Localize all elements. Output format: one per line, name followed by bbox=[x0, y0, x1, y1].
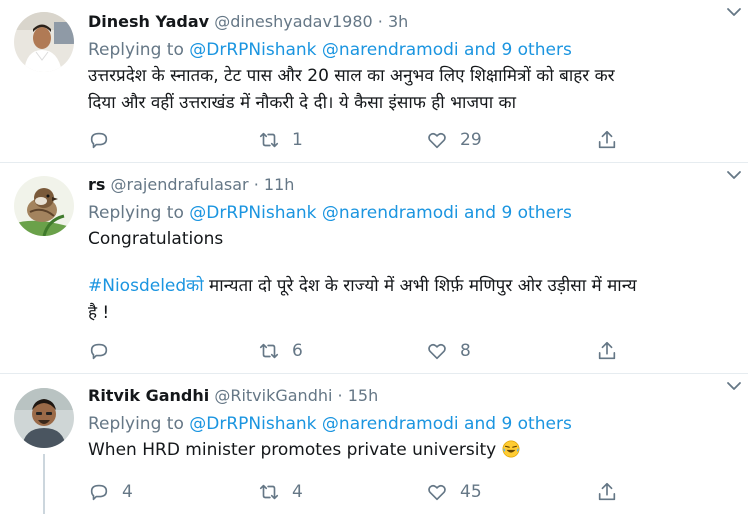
like-button[interactable]: 45 bbox=[426, 480, 482, 504]
retweet-count: 6 bbox=[292, 341, 303, 361]
separator-dot: · bbox=[253, 175, 259, 194]
mention-link[interactable]: @narendramodi bbox=[322, 40, 459, 60]
separator-dot: · bbox=[337, 386, 343, 405]
tweet[interactable]: Ritvik Gandhi @RitvikGandhi · 15h Replyi… bbox=[0, 374, 748, 514]
tweet[interactable]: rs @rajendrafulasar · 11h Replying to @D… bbox=[0, 163, 748, 374]
retweet-icon bbox=[259, 484, 279, 500]
author-handle[interactable]: @dineshyadav1980 bbox=[214, 12, 372, 31]
avatar[interactable] bbox=[14, 12, 74, 72]
chevron-down-icon[interactable] bbox=[726, 378, 742, 394]
retweet-count: 4 bbox=[292, 482, 303, 502]
like-count: 8 bbox=[460, 341, 471, 361]
author-handle[interactable]: @RitvikGandhi bbox=[214, 386, 332, 405]
heart-icon bbox=[428, 484, 446, 501]
timestamp[interactable]: 11h bbox=[264, 175, 295, 194]
tweet-actions: 4 4 45 bbox=[88, 480, 648, 504]
tweet-content: rs @rajendrafulasar · 11h Replying to @D… bbox=[88, 173, 728, 327]
tweet-text-segment: When HRD minister promotes private unive… bbox=[88, 440, 497, 460]
tweet-header: rs @rajendrafulasar · 11h bbox=[88, 173, 728, 197]
avatar[interactable] bbox=[14, 388, 74, 448]
reply-icon bbox=[90, 132, 108, 149]
and-text: and bbox=[464, 414, 497, 434]
author-name[interactable]: Dinesh Yadav bbox=[88, 12, 209, 31]
tweet-actions: 6 8 bbox=[88, 339, 648, 363]
tweet-text: Congratulations #Niosdeledको मान्यता दो … bbox=[88, 226, 728, 327]
replying-prefix: Replying to bbox=[88, 203, 184, 223]
timestamp[interactable]: 15h bbox=[348, 386, 379, 405]
share-button[interactable] bbox=[596, 128, 618, 152]
tweet-actions: 1 29 bbox=[88, 128, 648, 152]
tweet-text-line: दिया और वहीं उत्तराखंड में नौकरी दे दी। … bbox=[88, 93, 516, 113]
mention-link[interactable]: @narendramodi bbox=[322, 203, 459, 223]
hashtag-suffix: को bbox=[186, 276, 204, 296]
retweet-button[interactable]: 1 bbox=[258, 128, 303, 152]
tweet-text-segment: मान्यता दो पूरे देश के राज्यो में अभी शि… bbox=[203, 276, 637, 296]
and-text: and bbox=[464, 203, 497, 223]
chevron-down-icon[interactable] bbox=[726, 167, 742, 183]
share-icon bbox=[598, 341, 616, 360]
avatar[interactable] bbox=[14, 176, 74, 236]
tweet-content: Ritvik Gandhi @RitvikGandhi · 15h Replyi… bbox=[88, 384, 728, 464]
retweet-icon bbox=[259, 132, 279, 148]
reply-count: 4 bbox=[122, 482, 133, 502]
replying-prefix: Replying to bbox=[88, 414, 184, 434]
tweet-text-line: When HRD minister promotes private unive… bbox=[88, 437, 728, 464]
reply-button[interactable]: 4 bbox=[88, 480, 133, 504]
author-handle[interactable]: @rajendrafulasar bbox=[111, 175, 249, 194]
others-link[interactable]: 9 others bbox=[501, 414, 571, 434]
laughing-emoji-icon bbox=[502, 440, 520, 458]
tweet-text: उत्तरप्रदेश के स्नातक, टेट पास और 20 साल… bbox=[88, 63, 728, 117]
mention-link[interactable]: @DrRPNishank bbox=[189, 203, 316, 223]
tweet-header: Ritvik Gandhi @RitvikGandhi · 15h bbox=[88, 384, 728, 408]
separator-dot: · bbox=[377, 12, 383, 31]
share-button[interactable] bbox=[596, 339, 618, 363]
share-button[interactable] bbox=[596, 480, 618, 504]
retweet-button[interactable]: 4 bbox=[258, 480, 303, 504]
author-name[interactable]: Ritvik Gandhi bbox=[88, 386, 209, 405]
like-count: 29 bbox=[460, 130, 482, 150]
mention-link[interactable]: @DrRPNishank bbox=[189, 414, 316, 434]
mention-link[interactable]: @narendramodi bbox=[322, 414, 459, 434]
others-link[interactable]: 9 others bbox=[501, 203, 571, 223]
and-text: and bbox=[464, 40, 497, 60]
replying-to: Replying to @DrRPNishank @narendramodi a… bbox=[88, 37, 728, 63]
like-button[interactable]: 29 bbox=[426, 128, 482, 152]
tweet-text-line: है ! bbox=[88, 303, 110, 323]
others-link[interactable]: 9 others bbox=[501, 40, 571, 60]
retweet-count: 1 bbox=[292, 130, 303, 150]
share-icon bbox=[598, 482, 616, 501]
tweet[interactable]: Dinesh Yadav @dineshyadav1980 · 3h Reply… bbox=[0, 0, 748, 163]
author-name[interactable]: rs bbox=[88, 175, 105, 194]
timestamp[interactable]: 3h bbox=[388, 12, 408, 31]
like-count: 45 bbox=[460, 482, 482, 502]
replying-to: Replying to @DrRPNishank @narendramodi a… bbox=[88, 411, 728, 437]
tweet-text-line: #Niosdeledको मान्यता दो पूरे देश के राज्… bbox=[88, 273, 728, 300]
reply-button[interactable] bbox=[88, 128, 122, 152]
share-icon bbox=[598, 130, 616, 149]
like-button[interactable]: 8 bbox=[426, 339, 471, 363]
hashtag-link[interactable]: #Niosdeled bbox=[88, 276, 186, 296]
reply-button[interactable] bbox=[88, 339, 122, 363]
retweet-button[interactable]: 6 bbox=[258, 339, 303, 363]
tweet-header: Dinesh Yadav @dineshyadav1980 · 3h bbox=[88, 10, 728, 34]
tweet-text: When HRD minister promotes private unive… bbox=[88, 437, 728, 464]
heart-icon bbox=[428, 132, 446, 149]
mention-link[interactable]: @DrRPNishank bbox=[189, 40, 316, 60]
reply-icon bbox=[90, 343, 108, 360]
tweet-content: Dinesh Yadav @dineshyadav1980 · 3h Reply… bbox=[88, 10, 728, 117]
replying-to: Replying to @DrRPNishank @narendramodi a… bbox=[88, 200, 728, 226]
replying-prefix: Replying to bbox=[88, 40, 184, 60]
chevron-down-icon[interactable] bbox=[726, 4, 742, 20]
thread-line bbox=[43, 454, 45, 514]
tweet-feed: Dinesh Yadav @dineshyadav1980 · 3h Reply… bbox=[0, 0, 748, 514]
tweet-text-line: उत्तरप्रदेश के स्नातक, टेट पास और 20 साल… bbox=[88, 66, 615, 86]
tweet-text-line: Congratulations bbox=[88, 229, 224, 249]
reply-icon bbox=[90, 484, 108, 501]
retweet-icon bbox=[259, 343, 279, 359]
heart-icon bbox=[428, 343, 446, 360]
